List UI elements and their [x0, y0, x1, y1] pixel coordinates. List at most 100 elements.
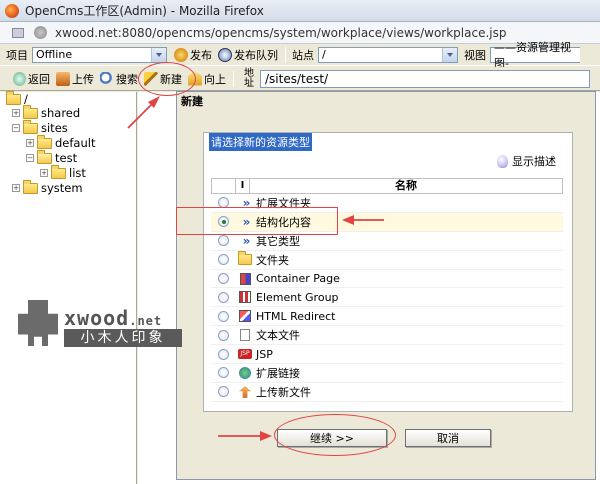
table-header: I 名称: [211, 178, 563, 194]
header-icon-col: I: [236, 179, 250, 193]
site-label: 站点: [292, 48, 314, 62]
view-select[interactable]: ——资源管理视图-: [490, 41, 580, 70]
resource-type-label: 文本文件: [256, 329, 300, 343]
annotation-arrow-continue: [218, 431, 272, 441]
radio-button[interactable]: [218, 273, 229, 284]
annotation-ellipse-continue: [274, 414, 396, 456]
annotation-box-structured: [176, 207, 338, 235]
view-label: 视图: [464, 48, 486, 62]
table-row[interactable]: HTML Redirect: [211, 307, 563, 327]
expand-icon[interactable]: +: [40, 169, 48, 177]
lightbulb-icon: [497, 154, 508, 168]
annotation-ellipse-new: [138, 62, 196, 96]
table-row[interactable]: 扩展链接: [211, 364, 563, 383]
site-select-value: /: [322, 48, 326, 61]
tree-item-default[interactable]: + default: [26, 134, 96, 150]
upload-button[interactable]: 上传: [53, 71, 97, 87]
element-group-icon: [238, 291, 252, 304]
header-name-col: 名称: [395, 179, 417, 192]
expand-icon[interactable]: +: [12, 109, 20, 117]
collapse-icon[interactable]: −: [12, 124, 20, 132]
cancel-button[interactable]: 取消: [405, 429, 491, 447]
watermark-brand: xwood.net: [64, 306, 163, 330]
resource-type-label: JSP: [256, 347, 273, 361]
radio-button[interactable]: [218, 310, 229, 322]
annotation-arrow-new: [127, 96, 160, 129]
folder-icon: [238, 251, 252, 266]
table-row[interactable]: 文本文件: [211, 326, 563, 346]
expand-icon[interactable]: +: [26, 139, 34, 147]
tree-item-system[interactable]: + system: [12, 179, 83, 195]
site-select[interactable]: /: [318, 46, 458, 63]
show-description-label: 显示描述: [512, 155, 556, 168]
tree-item-test[interactable]: − test: [26, 149, 77, 165]
table-row[interactable]: 上传新文件: [211, 383, 563, 402]
upload-label: 上传: [72, 72, 94, 86]
folder-icon: [23, 104, 38, 119]
table-row[interactable]: JSP JSP: [211, 345, 563, 365]
tree-item-sites[interactable]: − sites: [12, 119, 68, 135]
window-titlebar: OpenCms工作区(Admin) - Mozilla Firefox: [0, 0, 600, 22]
project-select[interactable]: Offline: [32, 46, 167, 63]
tree-item-list[interactable]: + list: [40, 164, 86, 180]
address-label: 地址: [244, 67, 254, 89]
expand-icon[interactable]: +: [12, 184, 20, 192]
table-row[interactable]: Container Page: [211, 270, 563, 289]
toolbar-divider: [285, 46, 286, 63]
tree-item-root[interactable]: /: [6, 90, 28, 106]
radio-button[interactable]: [218, 386, 229, 398]
html-redirect-icon: [238, 310, 252, 323]
page-icon: [12, 27, 24, 38]
back-label: 返回: [28, 72, 50, 86]
text-file-icon: [238, 329, 252, 342]
radio-button[interactable]: [218, 348, 229, 360]
radio-button[interactable]: [218, 329, 229, 341]
folder-icon: [6, 90, 21, 105]
folder-icon: [23, 179, 38, 194]
publish-queue-label: 发布队列: [234, 48, 278, 62]
tree-item-label: sites: [41, 121, 68, 135]
up-label: 向上: [204, 72, 226, 86]
project-label: 项目: [6, 48, 28, 62]
window-title: OpenCms工作区(Admin) - Mozilla Firefox: [25, 4, 264, 18]
back-button[interactable]: 返回: [10, 71, 53, 87]
folder-icon: [23, 119, 38, 134]
folder-icon: [37, 134, 52, 149]
table-row[interactable]: 文件夹: [211, 251, 563, 270]
search-icon: [100, 71, 114, 86]
watermark: xwood.net 小木人印象: [14, 300, 182, 355]
link-icon: [238, 366, 252, 379]
address-value: /sites/test/: [265, 71, 329, 86]
opencms-toolbar-top: 项目 Offline 发布 发布队列 站点 / 视图 ——资源管理视图-: [0, 41, 600, 70]
toolbar-divider: [233, 70, 234, 87]
view-select-value: ——资源管理视图-: [494, 40, 571, 70]
chevron-down-icon: [151, 47, 166, 62]
annotation-arrow-structured: [342, 215, 384, 225]
show-description-button[interactable]: 显示描述: [497, 153, 556, 169]
publish-queue-button[interactable]: 发布队列: [215, 47, 281, 63]
radio-button[interactable]: [218, 254, 229, 266]
robot-logo-icon: [18, 300, 58, 346]
resource-type-label: Element Group: [256, 290, 339, 304]
address-input[interactable]: /sites/test/: [260, 69, 590, 88]
radio-button[interactable]: [218, 367, 229, 379]
upload-icon: [238, 385, 252, 398]
url-field[interactable]: xwood.net:8080/opencms/opencms/system/wo…: [55, 26, 506, 40]
tree-item-label: default: [55, 136, 96, 150]
publish-icon: [174, 47, 188, 62]
publish-button[interactable]: 发布: [171, 47, 215, 63]
table-row[interactable]: Element Group: [211, 288, 563, 308]
folder-icon: [51, 164, 66, 179]
resource-type-label: 其它类型: [256, 234, 300, 248]
tree-item-shared[interactable]: + shared: [12, 104, 80, 120]
resource-type-label: 上传新文件: [256, 385, 311, 399]
resource-type-label: Container Page: [256, 272, 340, 285]
search-label: 搜索: [116, 72, 138, 86]
radio-button[interactable]: [218, 291, 229, 303]
collapse-icon[interactable]: −: [26, 154, 34, 162]
search-button[interactable]: 搜索: [97, 71, 141, 87]
jsp-icon: JSP: [238, 348, 252, 361]
new-resource-dialog: 新建 显示描述 请选择新的资源类型 I 名称 » 扩展文件夹» 结构化内容» 其它类型…: [176, 91, 596, 480]
firefox-icon: [5, 3, 19, 18]
radio-button[interactable]: [218, 235, 229, 247]
